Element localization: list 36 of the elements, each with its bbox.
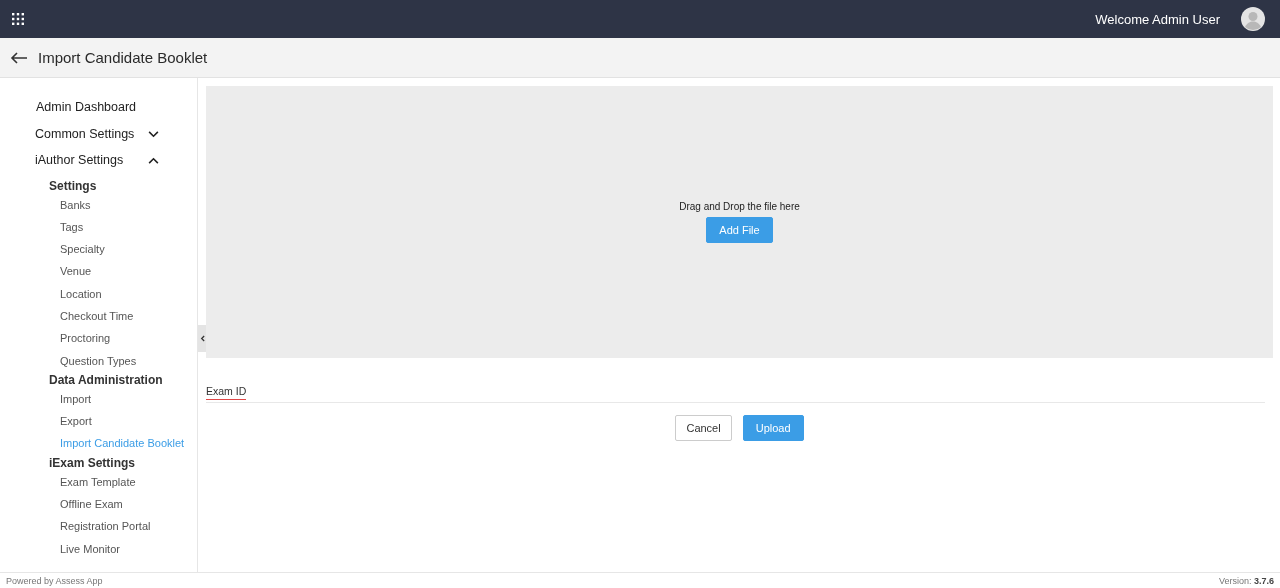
sidebar-link[interactable]: Question Types (60, 354, 137, 368)
sidebar-link[interactable]: Tags (60, 220, 84, 234)
sidebar-link[interactable]: Live Monitor (60, 542, 120, 556)
chevron-down-icon[interactable] (148, 130, 159, 138)
sidebar-link[interactable]: Registration Portal (60, 520, 151, 534)
page-title: Import Candidate Booklet (38, 49, 208, 66)
welcome-text: Welcome Admin User (1095, 11, 1220, 27)
sidebar-link[interactable]: Offline Exam (60, 498, 123, 512)
avatar-icon[interactable] (1241, 7, 1265, 31)
sidebar-group[interactable]: Common Settings (35, 125, 135, 143)
field-label: Exam ID (206, 385, 247, 400)
sidebar-heading: Settings (49, 178, 97, 193)
exam-id-field[interactable]: Exam ID (206, 381, 1265, 403)
sidebar-link[interactable]: Specialty (60, 243, 105, 257)
chevron-left-icon (199, 335, 205, 342)
cancel-button[interactable]: Cancel (675, 415, 732, 441)
sidebar-link[interactable]: Import (60, 392, 92, 406)
sidebar-link[interactable]: Exam Template (60, 475, 136, 489)
sidebar-link[interactable]: Proctoring (60, 332, 111, 346)
sidebar-link[interactable]: Location (60, 287, 102, 301)
sidebar-heading: iExam Settings (49, 455, 136, 470)
version-text: Version: 3.7.6 (1218, 575, 1274, 586)
sidebar-link[interactable]: Venue (60, 265, 92, 279)
sidebar-heading: Data Administration (49, 372, 163, 387)
sidebar-group[interactable]: iAuthor Settings (35, 152, 124, 169)
drop-hint-text: Drag and Drop the file here (679, 201, 800, 212)
chevron-up-icon[interactable] (148, 157, 159, 164)
sidebar-link[interactable]: Checkout Time (60, 310, 134, 323)
sidebar-link[interactable]: Export (60, 415, 92, 429)
collapse-handle[interactable] (198, 325, 206, 352)
sidebar-link[interactable]: Banks (60, 198, 91, 212)
file-drop-zone[interactable]: Drag and Drop the file here Add File (206, 86, 1273, 358)
powered-by-text: Powered by Assess App (6, 575, 103, 586)
sidebar-item[interactable]: Admin Dashboard (36, 99, 137, 116)
back-arrow-icon[interactable] (10, 51, 28, 64)
apps-grid-icon[interactable] (12, 13, 24, 25)
